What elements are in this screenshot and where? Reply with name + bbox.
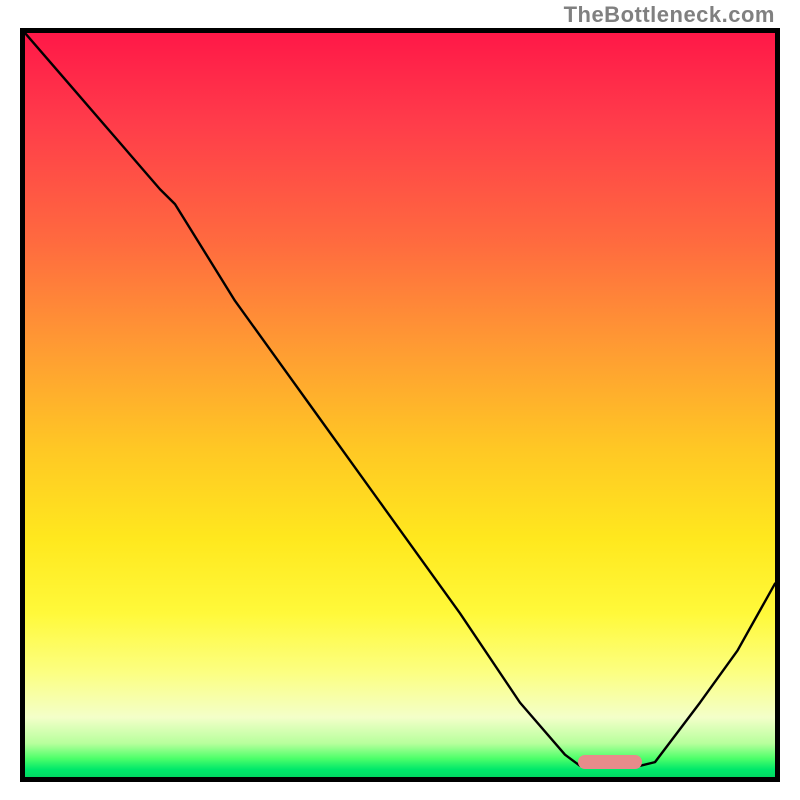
optimal-marker <box>578 755 642 769</box>
plot-frame <box>20 28 780 782</box>
watermark-text: TheBottleneck.com <box>564 2 775 28</box>
chart-container: TheBottleneck.com <box>0 0 800 800</box>
gradient-background <box>25 33 775 777</box>
